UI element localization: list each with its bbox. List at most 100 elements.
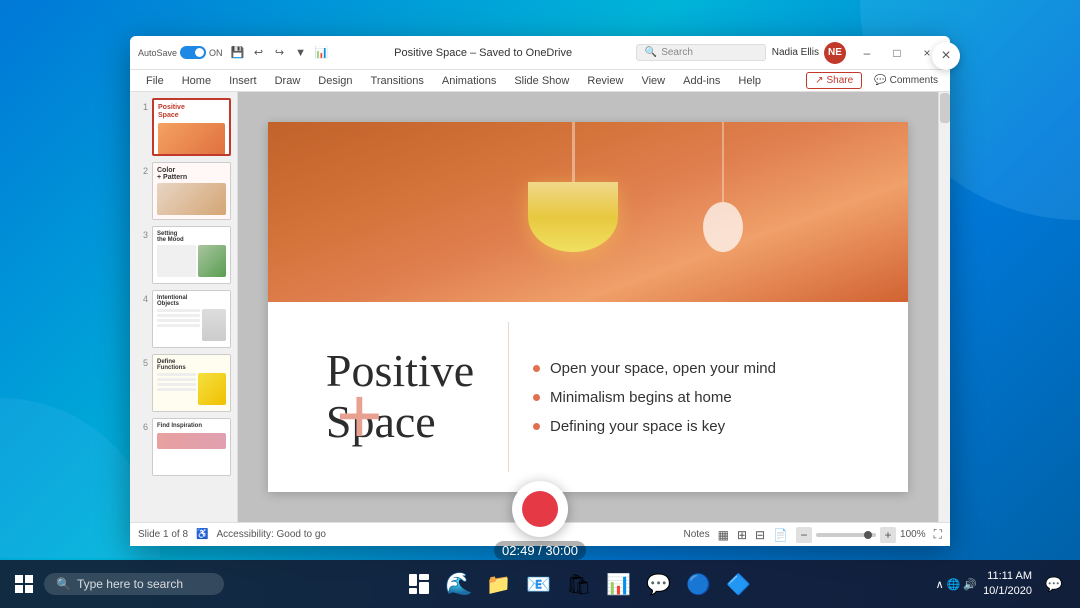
tab-file[interactable]: File (138, 73, 172, 89)
task-view-icon[interactable] (401, 566, 437, 602)
slide-num-1: 1 (136, 102, 148, 112)
normal-view-icon[interactable]: ▦ (718, 528, 729, 542)
taskbar-left: 🔍 Type here to search (0, 568, 232, 600)
slide-canvas: Positive Space + Open your space, open y… (268, 122, 908, 492)
teams-icon[interactable]: 💬 (641, 566, 677, 602)
taskbar-search[interactable]: 🔍 Type here to search (44, 573, 224, 595)
slide-scrollbar[interactable] (938, 92, 950, 522)
recording-container: 02:49 / 30:00 (494, 481, 586, 560)
slide-thumb-1[interactable]: 1 PositiveSpace (134, 96, 233, 158)
slide-thumb-6[interactable]: 6 Find Inspiration (134, 416, 233, 478)
edge-icon[interactable]: 🌊 (441, 566, 477, 602)
slide-main: Positive Space + Open your space, open y… (238, 92, 950, 522)
zoom-track[interactable] (816, 533, 876, 537)
tab-insert[interactable]: Insert (221, 73, 265, 89)
slide-thumb-4[interactable]: 4 IntentionalObjects (134, 288, 233, 350)
zoom-in-button[interactable]: + (880, 527, 896, 543)
windows-start-button[interactable] (8, 568, 40, 600)
tab-animations[interactable]: Animations (434, 73, 504, 89)
undo-icon[interactable]: ↩ (250, 44, 268, 62)
extra-icon[interactable]: 🔷 (721, 566, 757, 602)
comments-button[interactable]: 💬 Comments (870, 74, 942, 87)
tab-review[interactable]: Review (579, 73, 631, 89)
tab-design[interactable]: Design (310, 73, 360, 89)
file-explorer-icon[interactable]: 📁 (481, 566, 517, 602)
ribbon-tabs: File Home Insert Draw Design Transitions… (130, 70, 950, 92)
slide-3-title: Settingthe Mood (157, 231, 226, 243)
tab-draw[interactable]: Draw (267, 73, 309, 89)
autosave-toggle[interactable] (180, 46, 206, 59)
save-icon[interactable]: 💾 (229, 44, 247, 62)
scrollbar-thumb[interactable] (940, 93, 950, 123)
taskbar-center: 🌊 📁 📧 🛍 📊 💬 🔵 🔷 (232, 566, 926, 602)
taskbar-time-display: 11:11 AM (983, 569, 1032, 584)
slide-thumb-2[interactable]: 2 Color+ Pattern (134, 160, 233, 222)
autosave-area: AutoSave ON (138, 46, 223, 59)
tab-help[interactable]: Help (730, 73, 769, 89)
slide-bottom: Positive Space + Open your space, open y… (268, 302, 908, 492)
powerpoint-window: AutoSave ON 💾 ↩ ↪ ▼ 📊 Positive Space – S… (130, 36, 950, 546)
outline-view-icon[interactable]: ⊞ (737, 528, 747, 542)
slide-info: Slide 1 of 8 (138, 529, 188, 540)
customize-icon[interactable]: ▼ (292, 44, 310, 62)
store-icon[interactable]: 🛍 (561, 566, 597, 602)
tab-home[interactable]: Home (174, 73, 219, 89)
slide-sorter-icon[interactable]: ⊟ (755, 528, 765, 542)
lamp-pendant (528, 122, 618, 252)
comment-icon: 💬 (874, 75, 886, 86)
user-name: Nadia Ellis (772, 47, 819, 58)
zoom-controls: − + 100% (796, 527, 926, 543)
redo-icon[interactable]: ↪ (271, 44, 289, 62)
slide-preview-5: DefineFunctions (152, 354, 231, 412)
edge-taskbar-icon[interactable]: 🔵 (681, 566, 717, 602)
bullet-3: Defining your space is key (533, 418, 884, 435)
record-button-inner (522, 491, 558, 527)
slide-num-2: 2 (136, 166, 148, 176)
tab-view[interactable]: View (633, 73, 673, 89)
chevron-up-icon[interactable]: ∧ (936, 578, 944, 591)
slide-4-title: IntentionalObjects (157, 295, 226, 307)
minimize-button[interactable]: – (852, 36, 882, 70)
lamp-bulb2 (703, 122, 743, 252)
taskbar: 🔍 Type here to search 🌊 📁 📧 🛍 📊 💬 🔵 🔷 ∧ … (0, 560, 1080, 608)
window-controls: – □ × (852, 36, 942, 70)
slide-thumb-3[interactable]: 3 Settingthe Mood (134, 224, 233, 286)
reading-view-icon[interactable]: 📄 (773, 528, 788, 542)
tab-addins[interactable]: Add-ins (675, 73, 728, 89)
title-search[interactable]: 🔍 Search (636, 44, 766, 61)
slide-preview-2: Color+ Pattern (152, 162, 231, 220)
tab-transitions[interactable]: Transitions (363, 73, 432, 89)
zoom-thumb (864, 531, 872, 539)
taskbar-date-display: 10/1/2020 (983, 584, 1032, 599)
record-button[interactable] (512, 481, 568, 537)
taskbar-search-icon: 🔍 (56, 577, 71, 591)
notification-icon[interactable]: 💬 (1038, 568, 1070, 600)
slide-1-img (158, 123, 225, 155)
ribbon-actions: ↗ Share 💬 Comments (806, 72, 942, 89)
taskbar-right: ∧ 🌐 🔊 11:11 AM 10/1/2020 💬 (926, 568, 1080, 600)
notes-button[interactable]: Notes (683, 529, 709, 540)
slide-panel: 1 PositiveSpace 2 Color+ Pattern (130, 92, 238, 522)
fit-to-window-icon[interactable]: ⛶ (934, 527, 942, 542)
slide-thumb-5[interactable]: 5 DefineFunctions (134, 352, 233, 414)
slide-2-title: Color+ Pattern (157, 167, 226, 181)
share-icon: ↗ (815, 75, 823, 86)
powerpoint-taskbar-icon[interactable]: 📊 (601, 566, 637, 602)
zoom-out-button[interactable]: − (796, 527, 812, 543)
mail-icon[interactable]: 📧 (521, 566, 557, 602)
slide-preview-4: IntentionalObjects (152, 290, 231, 348)
slide-hero-image (268, 122, 908, 307)
plus-decoration: + (336, 376, 383, 456)
record-timer: 02:49 / 30:00 (494, 541, 586, 560)
slide-num-6: 6 (136, 422, 148, 432)
tab-slideshow[interactable]: Slide Show (506, 73, 577, 89)
user-avatar[interactable]: NE (824, 42, 846, 64)
search-placeholder: Search (661, 47, 693, 58)
slide-canvas-wrap: Positive Space + Open your space, open y… (238, 92, 950, 522)
share-button[interactable]: ↗ Share (806, 72, 862, 89)
close-icon[interactable]: × (932, 42, 960, 70)
taskbar-clock[interactable]: 11:11 AM 10/1/2020 (983, 569, 1032, 600)
volume-icon[interactable]: 🔊 (963, 578, 977, 591)
maximize-button[interactable]: □ (882, 36, 912, 70)
network-icon[interactable]: 🌐 (947, 578, 961, 591)
